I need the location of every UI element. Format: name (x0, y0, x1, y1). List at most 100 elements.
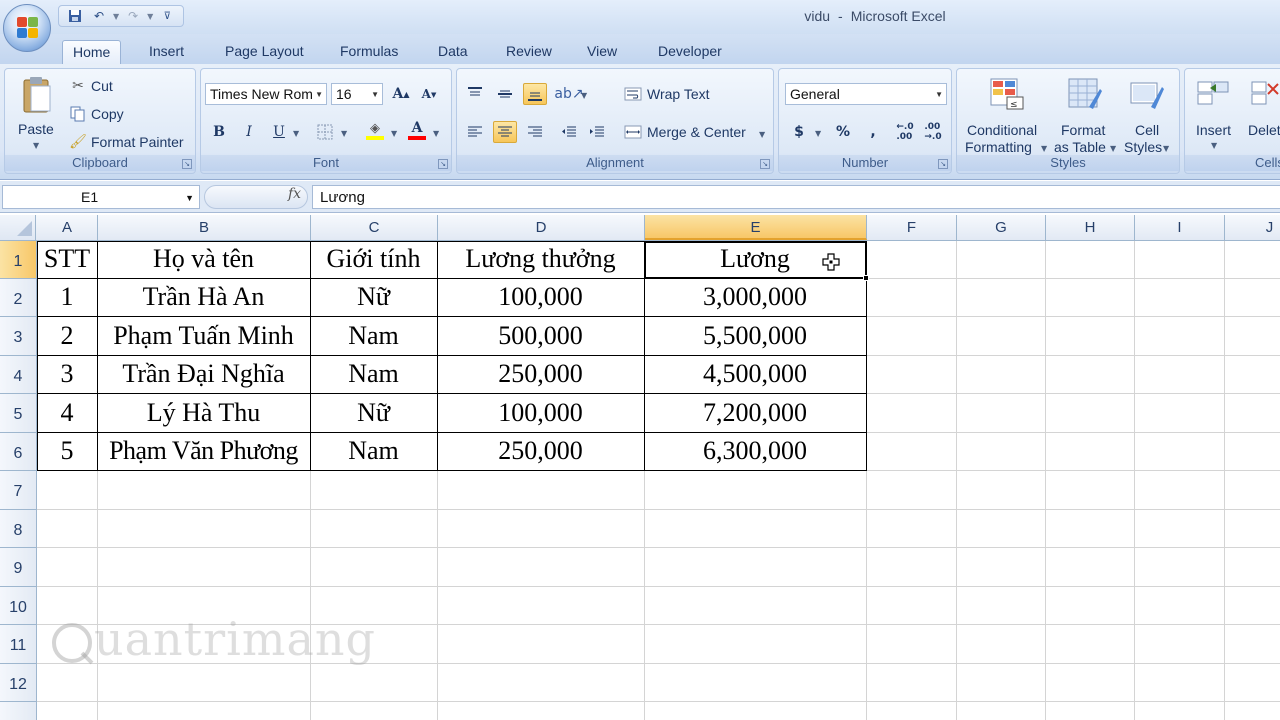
cell-e2[interactable]: 3,000,000 (644, 282, 866, 312)
row-header-9[interactable]: 9 (0, 548, 36, 587)
grow-font-icon[interactable]: A ▲ (389, 83, 413, 105)
decrease-decimal-icon[interactable]: .00 →.0 (921, 121, 945, 143)
cell-d3[interactable]: 500,000 (437, 321, 644, 351)
column-header-f[interactable]: F (867, 215, 957, 240)
conditional-formatting-label[interactable]: Conditional (967, 122, 1037, 138)
tab-insert[interactable]: Insert (139, 40, 194, 64)
comma-button[interactable]: , (861, 121, 885, 143)
cell-d5[interactable]: 100,000 (437, 398, 644, 428)
row-header-12[interactable]: 12 (0, 664, 36, 702)
format-as-table-label-2[interactable]: as Table (1054, 139, 1106, 155)
currency-dropdown-icon[interactable]: ▼ (815, 129, 821, 138)
cell-c5[interactable]: Nữ (310, 398, 437, 428)
align-right-icon[interactable] (523, 121, 547, 143)
conditional-formatting-icon[interactable]: ≤ (987, 75, 1027, 113)
row-header-7[interactable]: 7 (0, 471, 36, 510)
font-color-icon[interactable]: A (405, 119, 429, 141)
column-header-c[interactable]: C (311, 215, 438, 240)
bold-button[interactable]: B (207, 121, 231, 143)
cell-b6[interactable]: Phạm Văn Phương (93, 436, 314, 466)
cell-c1[interactable]: Giới tính (310, 244, 437, 274)
format-painter-icon[interactable]: 🖌 (69, 133, 87, 151)
underline-dropdown-icon[interactable]: ▼ (293, 129, 299, 138)
row-header-1[interactable]: 1 (0, 241, 36, 279)
column-header-h[interactable]: H (1046, 215, 1135, 240)
borders-dropdown-icon[interactable]: ▼ (341, 129, 347, 138)
cell-e5[interactable]: 7,200,000 (644, 398, 866, 428)
cell-e4[interactable]: 4,500,000 (644, 359, 866, 389)
conditional-dropdown-icon[interactable]: ▼ (1041, 144, 1047, 153)
merge-center-button[interactable]: Merge & Center (647, 124, 746, 140)
tab-review[interactable]: Review (496, 40, 562, 64)
cut-icon[interactable]: ✂ (69, 77, 87, 95)
decrease-indent-icon[interactable] (557, 121, 581, 143)
merge-center-icon[interactable] (623, 123, 643, 141)
tab-page-layout[interactable]: Page Layout (215, 40, 314, 64)
align-middle-icon[interactable] (493, 83, 517, 105)
cell-a1[interactable]: STT (37, 244, 97, 274)
row-header-6[interactable]: 6 (0, 433, 36, 471)
align-top-icon[interactable] (463, 83, 487, 105)
cell-styles-label-2[interactable]: Styles (1124, 139, 1162, 155)
cell-d1[interactable]: Lương thưởng (437, 244, 644, 274)
cell-a5[interactable]: 4 (37, 398, 97, 428)
cell-a6[interactable]: 5 (37, 436, 97, 466)
row-header-8[interactable]: 8 (0, 510, 36, 548)
tab-developer[interactable]: Developer (648, 40, 732, 64)
increase-decimal-icon[interactable]: ←.0.00 (893, 121, 917, 143)
row-header-5[interactable]: 5 (0, 394, 36, 433)
shrink-font-icon[interactable]: A ▼ (417, 83, 441, 105)
wrap-text-button[interactable]: Wrap Text (647, 86, 710, 102)
cut-button[interactable]: Cut (91, 78, 113, 94)
merge-dropdown-icon[interactable]: ▼ (759, 130, 765, 139)
cell-b4[interactable]: Trần Đại Nghĩa (97, 359, 310, 389)
fill-handle[interactable] (863, 275, 869, 281)
row-header-11[interactable]: 11 (0, 625, 36, 664)
tab-home[interactable]: Home (62, 40, 122, 64)
font-launcher-icon[interactable]: ↘ (438, 159, 448, 169)
row-header-3[interactable]: 3 (0, 317, 36, 356)
fill-color-icon[interactable]: ◈ (363, 119, 387, 141)
cell-a4[interactable]: 3 (37, 359, 97, 389)
number-format-combo[interactable]: General ▼ (785, 83, 947, 105)
percent-button[interactable]: % (831, 121, 855, 143)
copy-button[interactable]: Copy (91, 106, 124, 122)
column-header-i[interactable]: I (1135, 215, 1225, 240)
format-painter-button[interactable]: Format Painter (91, 134, 184, 150)
cell-c6[interactable]: Nam (310, 436, 437, 466)
paste-dropdown-icon[interactable]: ▼ (33, 141, 39, 150)
insert-cells-button[interactable]: Insert (1196, 122, 1231, 138)
borders-icon[interactable] (313, 121, 337, 143)
column-header-b[interactable]: B (98, 215, 311, 240)
alignment-launcher-icon[interactable]: ↘ (760, 159, 770, 169)
align-center-icon[interactable] (493, 121, 517, 143)
select-all-button[interactable] (0, 215, 36, 240)
format-as-table-label[interactable]: Format (1061, 122, 1105, 138)
insert-function-button[interactable]: fx (288, 186, 301, 202)
tab-formulas[interactable]: Formulas (330, 40, 408, 64)
cell-styles-icon[interactable] (1127, 75, 1167, 113)
cell-b3[interactable]: Phạm Tuấn Minh (97, 321, 310, 351)
delete-cells-icon[interactable] (1249, 77, 1280, 111)
cell-e6[interactable]: 6,300,000 (644, 436, 866, 466)
name-box[interactable]: E1 ▼ (2, 185, 200, 209)
cell-styles-dropdown-icon[interactable]: ▼ (1163, 144, 1169, 153)
column-header-j[interactable]: J (1225, 215, 1280, 240)
clipboard-launcher-icon[interactable]: ↘ (182, 159, 192, 169)
cell-d4[interactable]: 250,000 (437, 359, 644, 389)
cell-c4[interactable]: Nam (310, 359, 437, 389)
row-header-2[interactable]: 2 (0, 279, 36, 317)
row-header-10[interactable]: 10 (0, 587, 36, 625)
row-header-4[interactable]: 4 (0, 356, 36, 394)
format-as-table-icon[interactable] (1065, 75, 1105, 113)
delete-cells-button[interactable]: Delete (1248, 122, 1280, 138)
align-bottom-icon[interactable] (523, 83, 547, 105)
paste-icon[interactable] (19, 75, 55, 115)
font-size-combo[interactable]: 16 ▼ (331, 83, 383, 105)
increase-indent-icon[interactable] (585, 121, 609, 143)
fill-color-dropdown-icon[interactable]: ▼ (391, 129, 397, 138)
formula-input[interactable]: Lương (312, 185, 1280, 209)
cell-d2[interactable]: 100,000 (437, 282, 644, 312)
column-header-d[interactable]: D (438, 215, 645, 240)
font-color-dropdown-icon[interactable]: ▼ (433, 129, 439, 138)
